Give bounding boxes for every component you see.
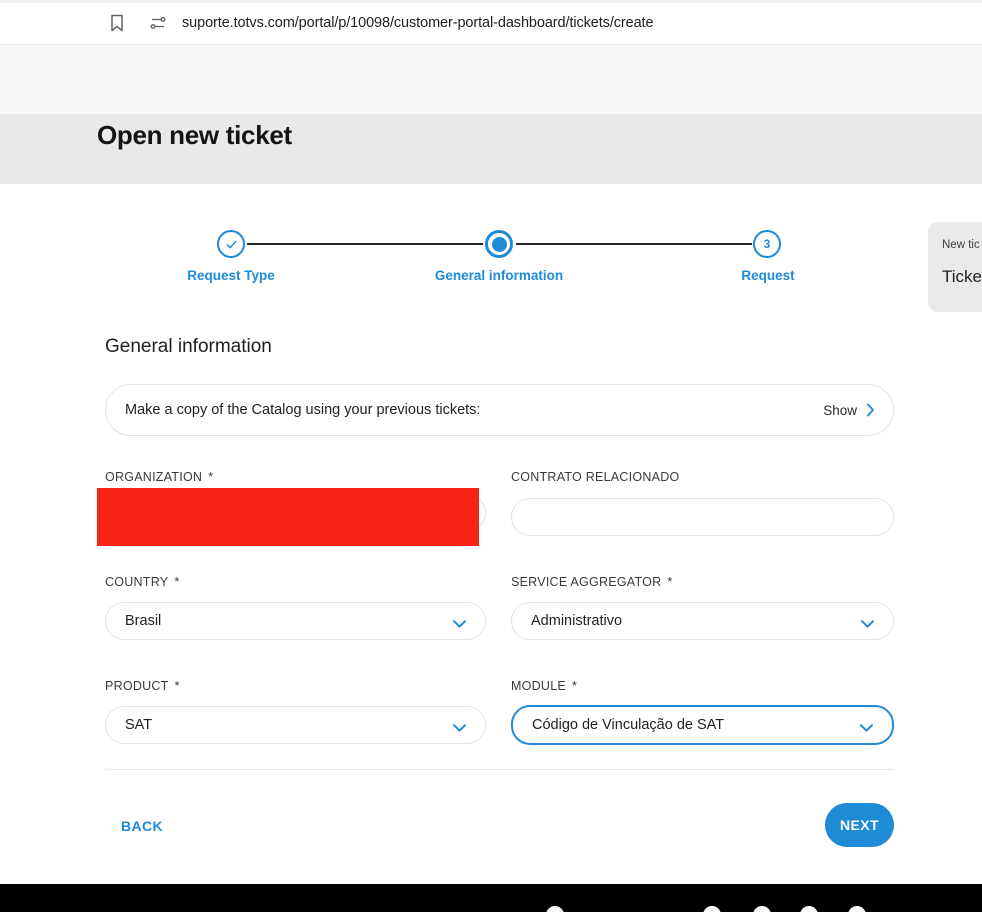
required-marker: * (667, 575, 673, 589)
check-icon (226, 240, 236, 248)
required-marker: * (174, 575, 180, 589)
bottom-bar-dot (753, 906, 771, 912)
stepper-connector-1 (247, 243, 483, 245)
back-button[interactable]: BACK (121, 818, 163, 834)
stepper-step-request-type[interactable] (217, 230, 245, 258)
side-card-title: Ticket (942, 267, 982, 286)
browser-top-strip (0, 0, 982, 3)
required-marker: * (208, 470, 214, 484)
page-title: Open new ticket (97, 120, 292, 150)
bottom-bar-dot (703, 906, 721, 912)
stepper-step-number: 3 (763, 237, 771, 251)
field-select-service-aggregator[interactable]: Administrativo (511, 602, 894, 640)
address-bar[interactable]: suporte.totvs.com/portal/p/10098/custome… (138, 7, 982, 38)
field-label-service-aggregator: SERVICE AGGREGATOR * (511, 575, 673, 589)
field-value-service-aggregator: Administrativo (531, 613, 623, 629)
url-text: suporte.totvs.com/portal/p/10098/custome… (182, 14, 654, 31)
current-step-dot (491, 236, 507, 252)
field-value-module: Código de Vinculação de SAT (532, 717, 725, 733)
catalog-copy-bar[interactable]: Make a copy of the Catalog using your pr… (105, 384, 894, 436)
field-value-product: SAT (125, 717, 153, 733)
stepper-connector-2 (516, 243, 752, 245)
field-select-module[interactable]: Código de Vinculação de SAT (511, 705, 894, 745)
bottom-bar-dot (546, 906, 564, 912)
field-label-contrato-relacionado: CONTRATO RELACIONADO (511, 470, 679, 484)
stepper-step-general-information[interactable] (485, 230, 513, 258)
required-marker: * (571, 679, 578, 693)
field-select-product[interactable]: SAT (105, 706, 486, 744)
bookmark-icon[interactable] (108, 13, 126, 33)
required-marker: * (174, 679, 180, 693)
field-label-module: MODULE * (511, 679, 577, 693)
field-label-country-text: COUNTRY (105, 575, 169, 589)
field-label-organization-text: ORGANIZATION (105, 470, 203, 484)
field-label-service-aggregator-text: SERVICE AGGREGATOR (511, 575, 662, 589)
next-button[interactable]: NEXT (825, 803, 894, 847)
chevron-right-icon (866, 403, 875, 417)
screenshot-root: suporte.totvs.com/portal/p/10098/custome… (0, 0, 982, 912)
bottom-bar-dot (800, 906, 818, 912)
bottom-black-bar (0, 884, 982, 912)
progress-stepper: 3 Request Type General information Reque… (0, 184, 982, 294)
chevron-down-icon[interactable] (452, 720, 467, 732)
field-label-product: PRODUCT * (105, 679, 180, 693)
bottom-bar-dot (848, 906, 866, 912)
stepper-label-general-information[interactable]: General information (435, 268, 563, 283)
side-card-subtitle: New tic (942, 239, 980, 251)
site-settings-tune-icon[interactable] (150, 15, 166, 31)
field-label-module-text: MODULE (511, 679, 566, 693)
chevron-down-icon[interactable] (859, 720, 874, 732)
chevron-down-icon[interactable] (452, 616, 467, 628)
stepper-label-request[interactable]: Request (741, 268, 794, 283)
field-label-organization: ORGANIZATION * (105, 470, 213, 484)
new-ticket-side-card[interactable]: New tic Ticket (928, 222, 982, 312)
redaction-overlay-organization (97, 488, 479, 546)
catalog-copy-text: Make a copy of the Catalog using your pr… (125, 402, 481, 418)
catalog-show-label: Show (823, 402, 857, 418)
stepper-step-request[interactable]: 3 (753, 230, 781, 258)
catalog-show-action[interactable]: Show (823, 403, 875, 418)
browser-toolbar: suporte.totvs.com/portal/p/10098/custome… (0, 0, 982, 45)
section-title: General information (105, 336, 272, 357)
field-input-contrato-relacionado[interactable] (511, 498, 894, 536)
page-top-strip (0, 46, 982, 114)
field-select-country[interactable]: Brasil (105, 602, 486, 640)
field-label-country: COUNTRY * (105, 575, 179, 589)
chevron-down-icon[interactable] (860, 616, 875, 628)
form-divider (105, 769, 894, 770)
field-value-country: Brasil (125, 613, 162, 629)
stepper-label-request-type[interactable]: Request Type (187, 268, 275, 283)
field-label-contrato-relacionado-text: CONTRATO RELACIONADO (511, 470, 680, 484)
field-label-product-text: PRODUCT (105, 679, 169, 693)
